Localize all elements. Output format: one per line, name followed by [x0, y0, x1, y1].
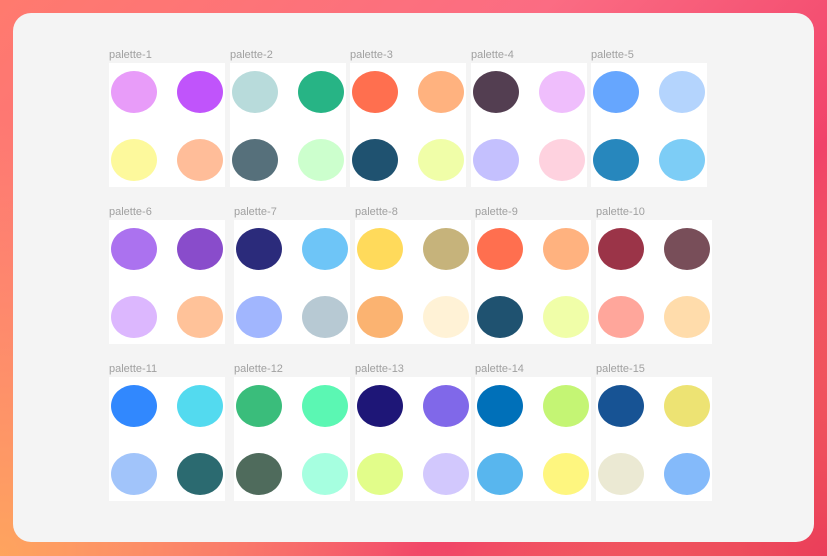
- palette-label: palette-7: [234, 206, 277, 218]
- color-swatch[interactable]: [543, 228, 589, 270]
- palette-gallery-card: palette-1 palette-2 palette-3 palette-4 pale…: [13, 13, 814, 542]
- color-swatch[interactable]: [659, 71, 705, 113]
- color-swatch[interactable]: [177, 228, 223, 270]
- color-swatch[interactable]: [177, 296, 223, 338]
- palette-label: palette-2: [230, 49, 273, 61]
- palette-swatch-box[interactable]: [234, 220, 350, 344]
- color-swatch[interactable]: [593, 71, 639, 113]
- color-swatch[interactable]: [423, 453, 469, 495]
- palette-label: palette-4: [471, 49, 514, 61]
- color-swatch[interactable]: [352, 71, 398, 113]
- color-swatch[interactable]: [177, 139, 223, 181]
- color-swatch[interactable]: [539, 139, 585, 181]
- color-swatch[interactable]: [664, 296, 710, 338]
- palette-label: palette-8: [355, 206, 398, 218]
- palette-label: palette-13: [355, 363, 404, 375]
- palette-swatch-box[interactable]: [350, 63, 466, 187]
- color-swatch[interactable]: [357, 296, 403, 338]
- color-swatch[interactable]: [232, 71, 278, 113]
- color-swatch[interactable]: [302, 453, 348, 495]
- color-swatch[interactable]: [543, 385, 589, 427]
- palette-label: palette-1: [109, 49, 152, 61]
- color-swatch[interactable]: [357, 228, 403, 270]
- color-swatch[interactable]: [659, 139, 705, 181]
- palette-swatch-box[interactable]: [475, 220, 591, 344]
- palette-swatch-box[interactable]: [109, 220, 225, 344]
- color-swatch[interactable]: [598, 228, 644, 270]
- color-swatch[interactable]: [423, 228, 469, 270]
- color-swatch[interactable]: [177, 385, 223, 427]
- color-swatch[interactable]: [111, 228, 157, 270]
- color-swatch[interactable]: [477, 228, 523, 270]
- palette-label: palette-15: [596, 363, 645, 375]
- palette-label: palette-11: [109, 363, 158, 375]
- palette-swatch-box[interactable]: [234, 377, 350, 501]
- color-swatch[interactable]: [111, 71, 157, 113]
- color-swatch[interactable]: [598, 385, 644, 427]
- color-swatch[interactable]: [236, 228, 282, 270]
- palette-swatch-box[interactable]: [109, 377, 225, 501]
- color-swatch[interactable]: [664, 228, 710, 270]
- color-swatch[interactable]: [298, 139, 344, 181]
- color-swatch[interactable]: [473, 71, 519, 113]
- color-swatch[interactable]: [111, 385, 157, 427]
- palette-label: palette-6: [109, 206, 152, 218]
- palette-swatch-box[interactable]: [471, 63, 587, 187]
- color-swatch[interactable]: [111, 296, 157, 338]
- color-swatch[interactable]: [598, 453, 644, 495]
- color-swatch[interactable]: [418, 139, 464, 181]
- color-swatch[interactable]: [477, 453, 523, 495]
- color-swatch[interactable]: [357, 453, 403, 495]
- palette-swatch-box[interactable]: [596, 377, 712, 501]
- color-swatch[interactable]: [302, 385, 348, 427]
- color-swatch[interactable]: [236, 296, 282, 338]
- color-swatch[interactable]: [418, 71, 464, 113]
- palette-label: palette-10: [596, 206, 645, 218]
- color-swatch[interactable]: [539, 71, 585, 113]
- palette-swatch-box[interactable]: [355, 220, 471, 344]
- color-swatch[interactable]: [664, 453, 710, 495]
- palette-swatch-box[interactable]: [355, 377, 471, 501]
- color-swatch[interactable]: [477, 296, 523, 338]
- color-swatch[interactable]: [236, 453, 282, 495]
- color-swatch[interactable]: [423, 385, 469, 427]
- color-swatch[interactable]: [664, 385, 710, 427]
- palette-label: palette-5: [591, 49, 634, 61]
- color-swatch[interactable]: [302, 296, 348, 338]
- color-swatch[interactable]: [111, 453, 157, 495]
- color-swatch[interactable]: [543, 453, 589, 495]
- palette-label: palette-9: [475, 206, 518, 218]
- color-swatch[interactable]: [298, 71, 344, 113]
- color-swatch[interactable]: [423, 296, 469, 338]
- color-swatch[interactable]: [177, 71, 223, 113]
- palette-swatch-box[interactable]: [591, 63, 707, 187]
- color-swatch[interactable]: [593, 139, 639, 181]
- palette-swatch-box[interactable]: [596, 220, 712, 344]
- color-swatch[interactable]: [357, 385, 403, 427]
- palette-swatch-box[interactable]: [109, 63, 225, 187]
- palette-label: palette-3: [350, 49, 393, 61]
- color-swatch[interactable]: [177, 453, 223, 495]
- color-swatch[interactable]: [302, 228, 348, 270]
- color-swatch[interactable]: [352, 139, 398, 181]
- color-swatch[interactable]: [598, 296, 644, 338]
- palette-swatch-box[interactable]: [230, 63, 346, 187]
- color-swatch[interactable]: [111, 139, 157, 181]
- color-swatch[interactable]: [473, 139, 519, 181]
- color-swatch[interactable]: [232, 139, 278, 181]
- palette-label: palette-14: [475, 363, 524, 375]
- palette-swatch-box[interactable]: [475, 377, 591, 501]
- color-swatch[interactable]: [477, 385, 523, 427]
- palette-label: palette-12: [234, 363, 283, 375]
- color-swatch[interactable]: [236, 385, 282, 427]
- color-swatch[interactable]: [543, 296, 589, 338]
